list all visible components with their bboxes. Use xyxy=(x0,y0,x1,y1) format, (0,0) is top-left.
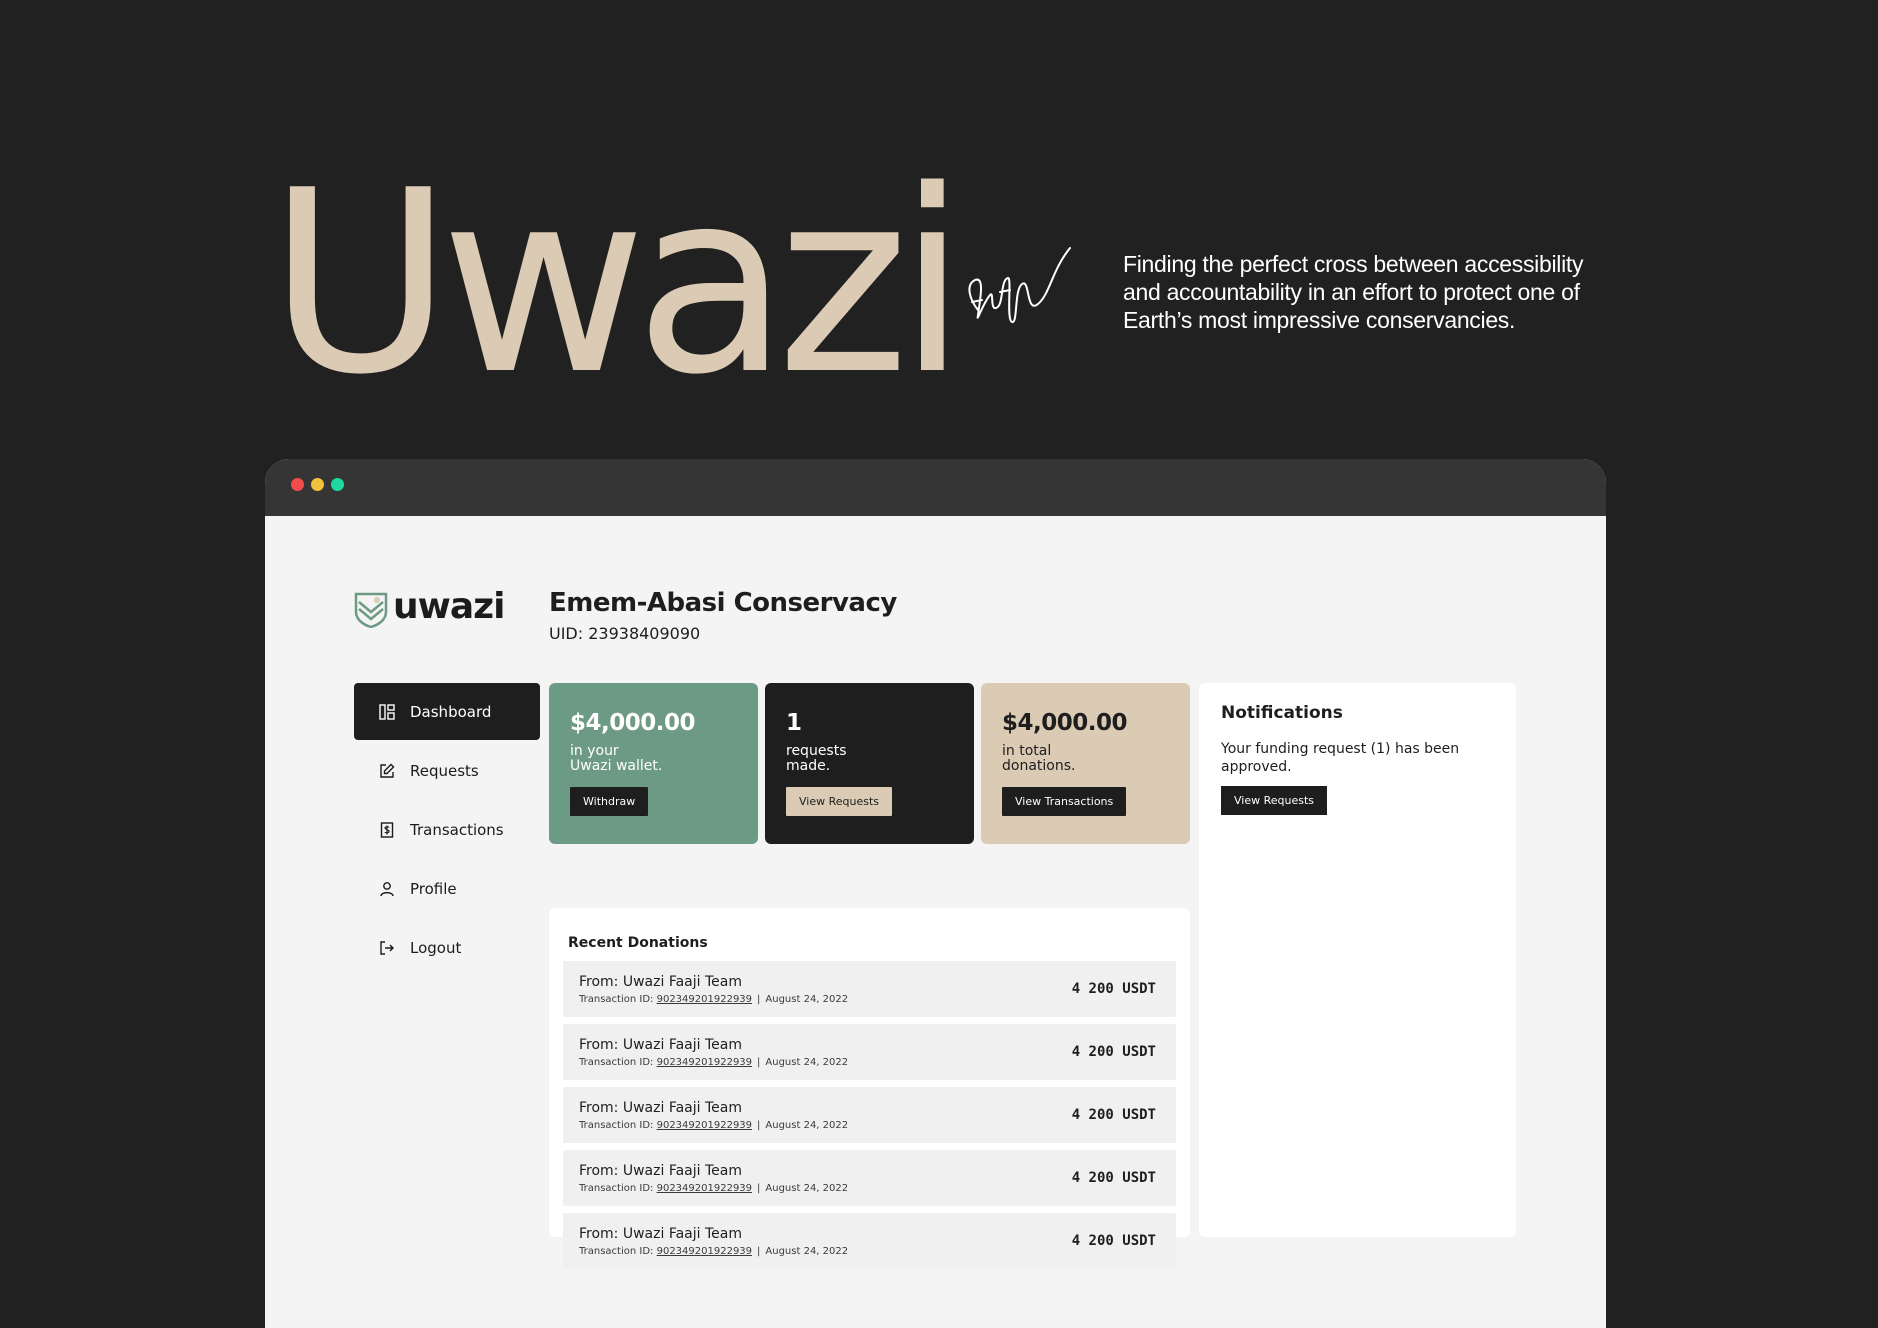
donation-meta: Transaction ID: 902349201922939 | August 2… xyxy=(579,1057,848,1068)
hero-tagline: Finding the perfect cross between access… xyxy=(1123,251,1584,333)
view-transactions-button[interactable]: View Transactions xyxy=(1002,787,1127,816)
transaction-id-link[interactable]: 902349201922939 xyxy=(657,1246,752,1257)
donation-row[interactable]: From: Uwazi Faaji Team Transaction ID: 9… xyxy=(563,961,1176,1017)
sidebar: Dashboard Requests Transactions Profile … xyxy=(354,683,540,978)
logo-wordmark: uwazi xyxy=(393,586,505,627)
donation-meta: Transaction ID: 902349201922939 | August 2… xyxy=(579,994,848,1005)
donation-amount: 4 200 USDT xyxy=(1071,1044,1156,1060)
donation-list: From: Uwazi Faaji Team Transaction ID: 9… xyxy=(563,961,1176,1269)
transaction-id-link[interactable]: 902349201922939 xyxy=(657,1120,752,1131)
donation-meta: Transaction ID: 902349201922939 | August 2… xyxy=(579,1246,848,1257)
requests-caption: requests made. xyxy=(786,743,847,774)
shield-logo-icon xyxy=(354,592,388,628)
sidebar-item-profile[interactable]: Profile xyxy=(354,860,540,917)
signature-icon xyxy=(968,247,1071,324)
donation-date: August 24, 2022 xyxy=(765,1119,849,1131)
notification-message: Your funding request (1) has been approv… xyxy=(1221,741,1460,775)
donation-date: August 24, 2022 xyxy=(765,1056,849,1068)
recent-donations-panel: Recent Donations From: Uwazi Faaji Team … xyxy=(549,908,1190,1269)
user-icon xyxy=(380,881,394,896)
presentation-stage: Uwazi Finding the perfect cross between … xyxy=(0,0,1878,1328)
transaction-label: Transaction ID: xyxy=(579,1245,654,1257)
org-uid: UID: 23938409090 xyxy=(549,624,701,643)
separator: | xyxy=(757,1182,761,1194)
donation-from: From: Uwazi Faaji Team xyxy=(579,1225,742,1242)
recent-donations-title: Recent Donations xyxy=(568,935,708,951)
separator: | xyxy=(757,1056,761,1068)
donation-row[interactable]: From: Uwazi Faaji Team Transaction ID: 9… xyxy=(563,1024,1176,1080)
donation-from: From: Uwazi Faaji Team xyxy=(579,1036,742,1053)
donation-amount: 4 200 USDT xyxy=(1071,981,1156,997)
wallet-caption: in your Uwazi wallet. xyxy=(570,743,663,774)
total-donations: $4,000.00 xyxy=(1002,710,1128,736)
donation-meta: Transaction ID: 902349201922939 | August 2… xyxy=(579,1183,848,1194)
app-window: uwazi Emem-Abasi Conservacy UID: 2393840… xyxy=(265,459,1606,1328)
minimize-window-button[interactable] xyxy=(311,478,324,491)
sidebar-item-label: Profile xyxy=(410,879,457,898)
requests-card: 1 requests made. View Requests xyxy=(765,683,974,844)
separator: | xyxy=(757,1119,761,1131)
donation-amount: 4 200 USDT xyxy=(1071,1107,1156,1123)
donation-row[interactable]: From: Uwazi Faaji Team Transaction ID: 9… xyxy=(563,1213,1176,1269)
window-titlebar xyxy=(265,459,1606,516)
wallet-balance: $4,000.00 xyxy=(570,710,696,736)
donation-amount: 4 200 USDT xyxy=(1071,1233,1156,1249)
donation-date: August 24, 2022 xyxy=(765,1182,849,1194)
transaction-id-link[interactable]: 902349201922939 xyxy=(657,994,752,1005)
close-window-button[interactable] xyxy=(291,478,304,491)
sidebar-item-label: Logout xyxy=(410,938,462,957)
sidebar-item-label: Dashboard xyxy=(410,702,492,721)
transaction-label: Transaction ID: xyxy=(579,1119,654,1131)
sidebar-item-requests[interactable]: Requests xyxy=(354,742,540,799)
transaction-label: Transaction ID: xyxy=(579,993,654,1005)
hero-title: Uwazi xyxy=(268,137,967,430)
separator: | xyxy=(757,993,761,1005)
logout-icon xyxy=(380,940,394,955)
donation-date: August 24, 2022 xyxy=(765,1245,849,1257)
sidebar-item-logout[interactable]: Logout xyxy=(354,919,540,976)
notifications-panel: Notifications Your funding request (1) h… xyxy=(1199,683,1516,1237)
sidebar-item-label: Transactions xyxy=(410,820,504,839)
view-requests-button[interactable]: View Requests xyxy=(786,787,893,816)
transaction-label: Transaction ID: xyxy=(579,1182,654,1194)
transaction-id-link[interactable]: 902349201922939 xyxy=(657,1057,752,1068)
requests-count: 1 xyxy=(786,710,802,736)
notification-view-requests-button[interactable]: View Requests xyxy=(1221,786,1328,815)
donation-row[interactable]: From: Uwazi Faaji Team Transaction ID: 9… xyxy=(563,1087,1176,1143)
donations-caption: in total donations. xyxy=(1002,743,1076,774)
withdraw-button[interactable]: Withdraw xyxy=(570,787,649,816)
donation-from: From: Uwazi Faaji Team xyxy=(579,1162,742,1179)
sidebar-item-dashboard[interactable]: Dashboard xyxy=(354,683,540,740)
donation-date: August 24, 2022 xyxy=(765,993,849,1005)
notifications-title: Notifications xyxy=(1221,703,1343,723)
sidebar-item-label: Requests xyxy=(410,761,479,780)
maximize-window-button[interactable] xyxy=(331,478,344,491)
donation-row[interactable]: From: Uwazi Faaji Team Transaction ID: 9… xyxy=(563,1150,1176,1206)
donation-amount: 4 200 USDT xyxy=(1071,1170,1156,1186)
donation-meta: Transaction ID: 902349201922939 | August 2… xyxy=(579,1120,848,1131)
sidebar-item-transactions[interactable]: Transactions xyxy=(354,801,540,858)
donation-from: From: Uwazi Faaji Team xyxy=(579,973,742,990)
page-title: Emem-Abasi Conservacy xyxy=(549,588,897,618)
edit-icon xyxy=(380,763,395,778)
separator: | xyxy=(757,1245,761,1257)
receipt-dollar-icon xyxy=(380,821,394,838)
wallet-card: $4,000.00 in your Uwazi wallet. Withdraw xyxy=(549,683,758,844)
app-content: uwazi Emem-Abasi Conservacy UID: 2393840… xyxy=(265,516,1606,1328)
donations-card: $4,000.00 in total donations. View Trans… xyxy=(981,683,1190,844)
app-logo[interactable]: uwazi xyxy=(353,586,505,628)
donation-from: From: Uwazi Faaji Team xyxy=(579,1099,742,1116)
dashboard-icon xyxy=(379,703,395,720)
transaction-id-link[interactable]: 902349201922939 xyxy=(657,1183,752,1194)
transaction-label: Transaction ID: xyxy=(579,1056,654,1068)
